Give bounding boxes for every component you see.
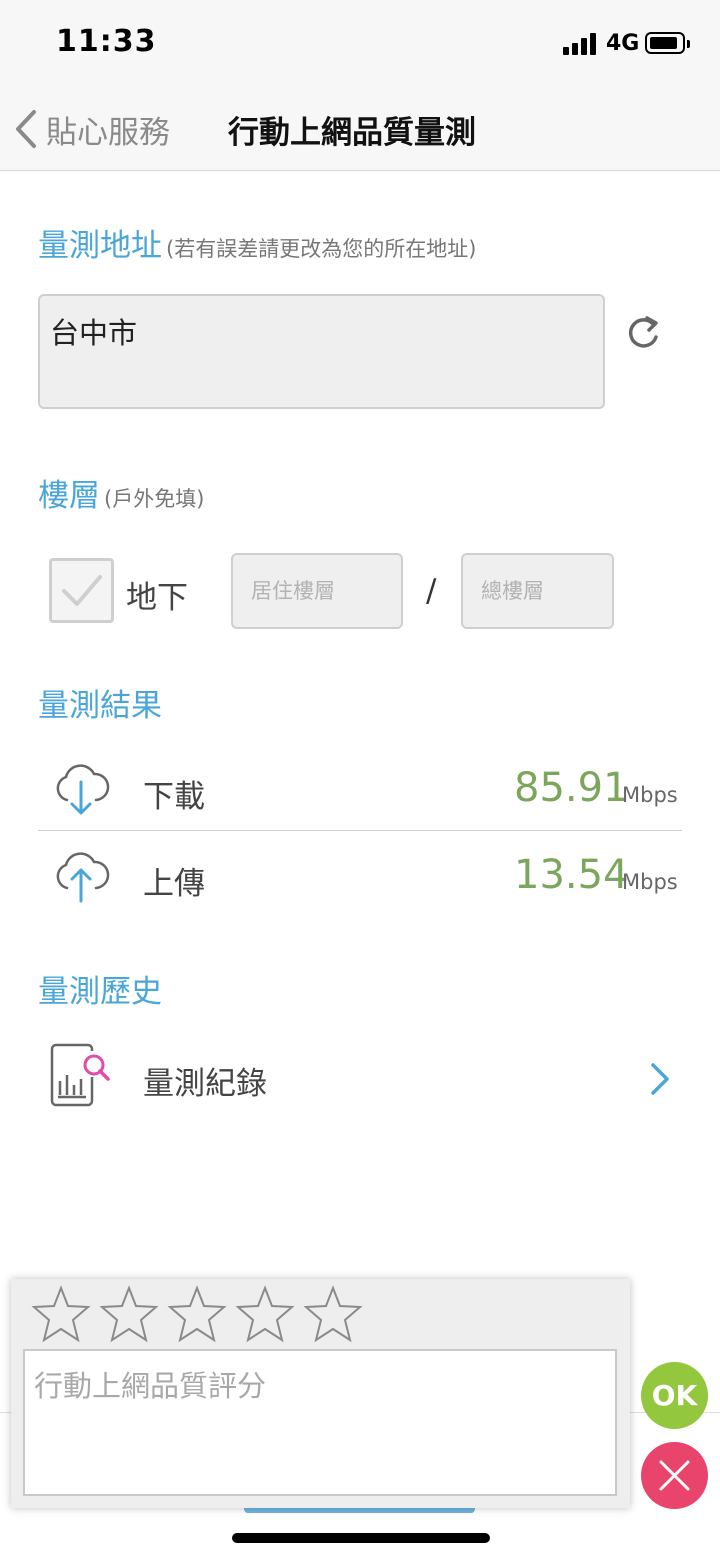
address-input[interactable]: 台中市 xyxy=(38,294,605,409)
ok-button[interactable]: OK xyxy=(641,1362,708,1429)
star-icon-4[interactable] xyxy=(231,1285,299,1345)
cloud-download-icon xyxy=(56,764,110,815)
floor-section-title: 樓層 (戶外免填) xyxy=(38,470,204,515)
upload-value: 13.54 xyxy=(514,852,629,898)
back-button[interactable]: 貼心服務 xyxy=(14,106,170,152)
signal-icon xyxy=(563,31,599,55)
download-value: 85.91 xyxy=(514,765,629,811)
page-title: 行動上網品質量測 xyxy=(228,115,476,151)
history-record-label: 量測紀錄 xyxy=(143,1066,267,1102)
floor-separator: / xyxy=(426,573,437,609)
status-time: 11:33 xyxy=(56,24,157,59)
star-icon-5[interactable] xyxy=(299,1285,367,1345)
floor-hint: (戶外免填) xyxy=(104,487,205,511)
download-unit: Mbps xyxy=(622,783,678,807)
network-type: 4G xyxy=(606,31,640,56)
rating-comment-input[interactable] xyxy=(23,1349,617,1496)
rating-popup xyxy=(11,1279,630,1508)
address-title: 量測地址 xyxy=(38,228,162,264)
star-icon-3[interactable] xyxy=(163,1285,231,1345)
star-icon-1[interactable] xyxy=(27,1285,95,1345)
results-divider xyxy=(38,830,682,831)
chart-search-icon xyxy=(50,1043,110,1107)
download-label: 下載 xyxy=(143,779,205,815)
floor-input[interactable] xyxy=(231,553,403,629)
star-rating xyxy=(27,1285,367,1345)
close-icon xyxy=(659,1460,690,1491)
total-floor-input[interactable] xyxy=(461,553,614,629)
basement-checkbox[interactable] xyxy=(49,558,114,623)
chevron-left-icon xyxy=(16,110,36,148)
upload-label: 上傳 xyxy=(143,866,205,902)
address-hint: (若有誤差請更改為您的所在地址) xyxy=(166,237,477,261)
chevron-right-icon xyxy=(651,1063,669,1095)
close-button[interactable] xyxy=(641,1442,708,1509)
status-bar: 11:33 4G xyxy=(0,0,720,88)
cloud-upload-icon xyxy=(56,852,110,903)
home-indicator xyxy=(232,1533,490,1543)
star-icon-2[interactable] xyxy=(95,1285,163,1345)
floor-title: 樓層 xyxy=(38,478,100,514)
results-section-title: 量測結果 xyxy=(38,688,162,724)
address-section-title: 量測地址 (若有誤差請更改為您的所在地址) xyxy=(38,220,476,265)
history-section-title: 量測歷史 xyxy=(38,974,162,1010)
navigation-bar: 貼心服務 行動上網品質量測 xyxy=(0,88,720,171)
refresh-icon[interactable] xyxy=(623,312,665,354)
back-label: 貼心服務 xyxy=(46,114,170,151)
upload-unit: Mbps xyxy=(622,870,678,894)
basement-label: 地下 xyxy=(126,580,188,616)
check-icon xyxy=(62,575,102,606)
battery-icon xyxy=(645,32,690,54)
